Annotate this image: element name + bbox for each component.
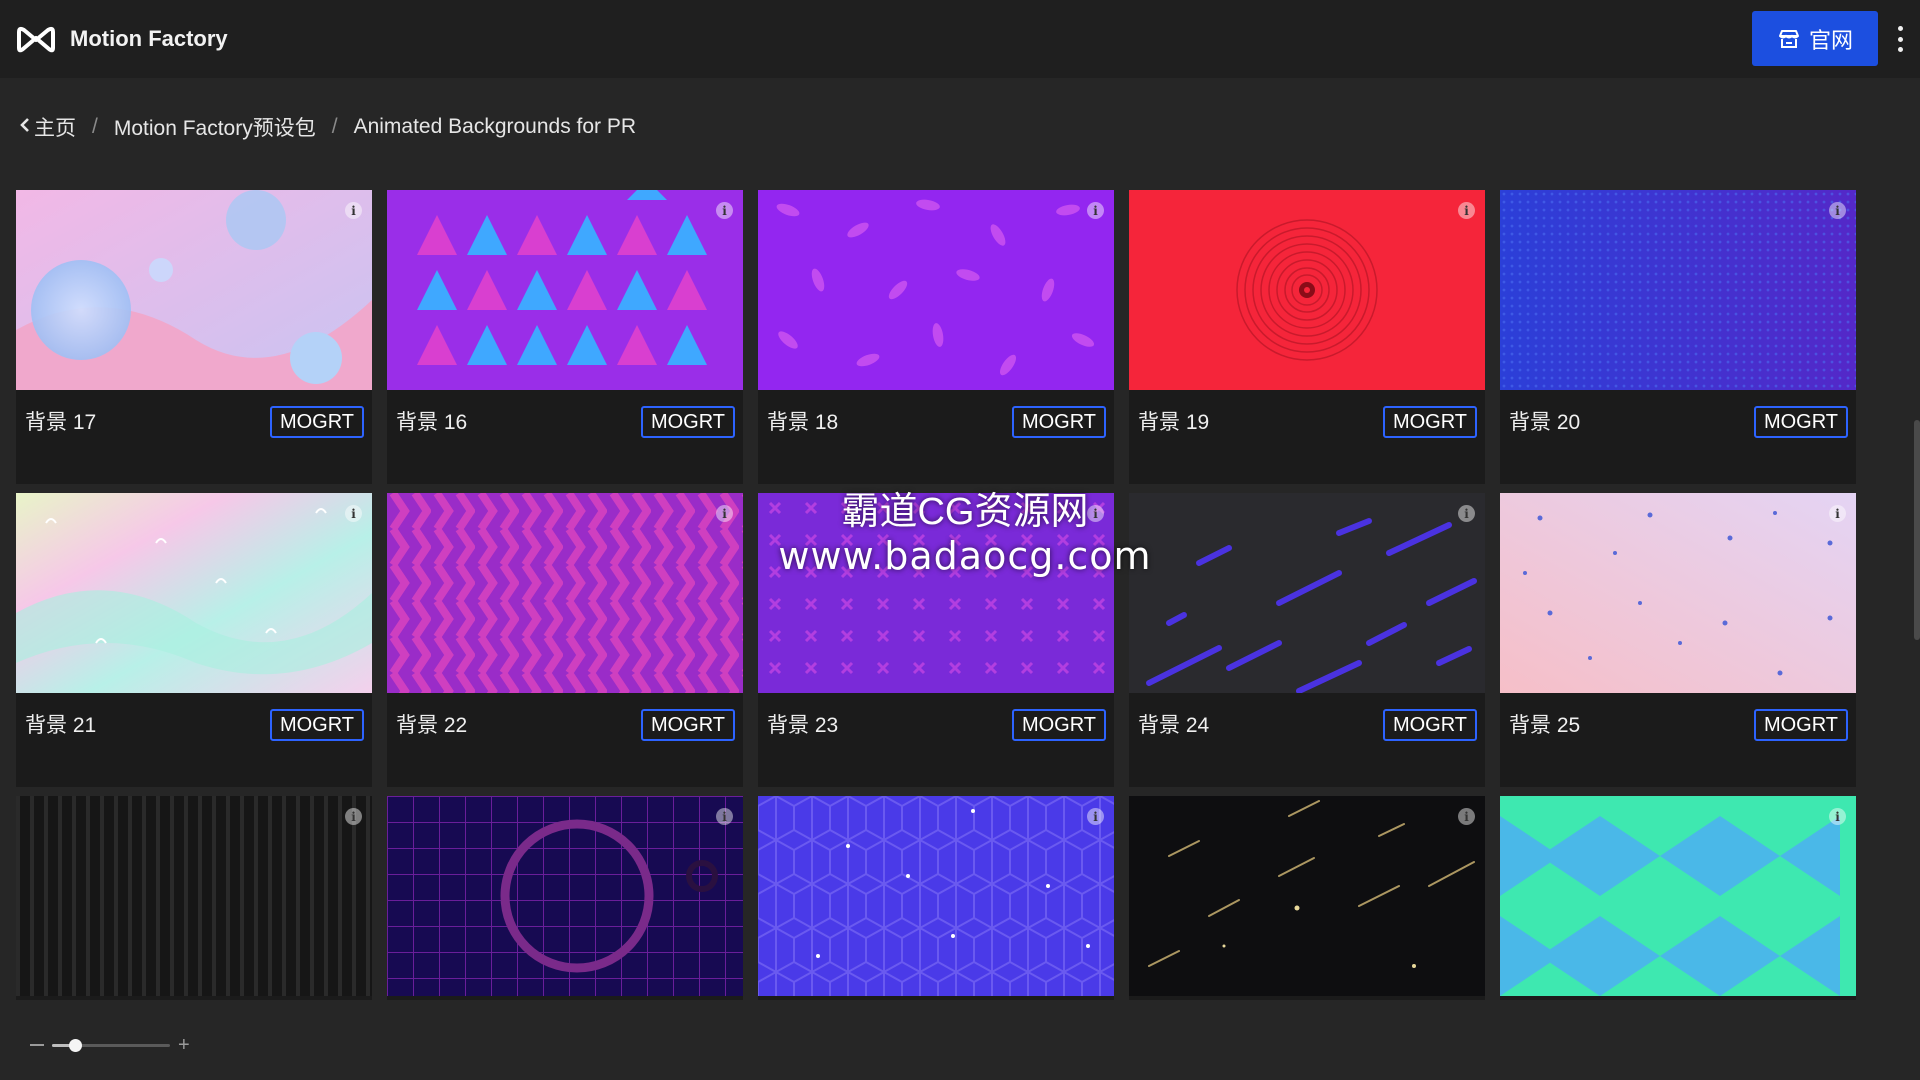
mogrt-button[interactable]: MOGRT xyxy=(270,709,364,741)
template-grid: i 背景 17 MOGRT i 背景 16 MOGRT i 背景 18 MOGR… xyxy=(16,190,1858,1000)
template-title: 背景 17 xyxy=(25,411,97,434)
template-thumbnail[interactable] xyxy=(16,796,372,996)
info-icon[interactable]: i xyxy=(1829,505,1846,522)
template-title: 背景 23 xyxy=(767,714,839,737)
official-site-label: 官网 xyxy=(1808,27,1853,53)
template-card[interactable]: i xyxy=(387,796,743,1000)
template-card[interactable]: i 背景 21 MOGRT xyxy=(16,493,372,787)
template-thumbnail[interactable] xyxy=(387,493,743,693)
info-icon[interactable]: i xyxy=(345,505,362,522)
template-card[interactable]: i 背景 23 MOGRT xyxy=(758,493,1114,787)
info-icon[interactable]: i xyxy=(1458,505,1475,522)
breadcrumb: 主页 / Motion Factory预设包 / Animated Backgr… xyxy=(20,112,636,142)
template-card[interactable]: i 背景 20 MOGRT xyxy=(1500,190,1856,484)
mogrt-button[interactable]: MOGRT xyxy=(1383,406,1477,438)
scrollbar[interactable] xyxy=(1914,420,1920,640)
template-card[interactable]: i 背景 22 MOGRT xyxy=(387,493,743,787)
template-title: 背景 19 xyxy=(1138,411,1210,434)
template-thumbnail[interactable] xyxy=(1500,796,1856,996)
zoom-slider[interactable]: + xyxy=(30,1030,200,1060)
mogrt-button[interactable]: MOGRT xyxy=(1012,406,1106,438)
template-thumbnail[interactable] xyxy=(758,796,1114,996)
mogrt-button[interactable]: MOGRT xyxy=(270,406,364,438)
template-thumbnail[interactable] xyxy=(1500,190,1856,390)
info-icon[interactable]: i xyxy=(345,202,362,219)
template-card[interactable]: i 背景 16 MOGRT xyxy=(387,190,743,484)
template-thumbnail[interactable] xyxy=(1129,493,1485,693)
template-thumbnail[interactable] xyxy=(16,190,372,390)
template-card[interactable]: i xyxy=(16,796,372,1000)
breadcrumb-separator: / xyxy=(92,115,98,138)
official-site-button[interactable]: 官网 xyxy=(1752,11,1878,66)
template-thumbnail[interactable] xyxy=(387,190,743,390)
zoom-handle[interactable] xyxy=(69,1039,83,1052)
storefront-icon xyxy=(1778,29,1799,48)
template-card[interactable]: i 背景 18 MOGRT xyxy=(758,190,1114,484)
info-icon[interactable]: i xyxy=(1087,505,1104,522)
breadcrumb-separator: / xyxy=(331,115,338,138)
template-card[interactable]: i xyxy=(758,796,1114,1000)
template-thumbnail[interactable] xyxy=(1129,796,1485,996)
info-icon[interactable]: i xyxy=(1087,808,1104,825)
template-card[interactable]: i 背景 17 MOGRT xyxy=(16,190,372,484)
info-icon[interactable]: i xyxy=(716,202,733,219)
template-title: 背景 22 xyxy=(396,714,468,737)
mogrt-button[interactable]: MOGRT xyxy=(1383,709,1477,741)
chevron-left-icon[interactable] xyxy=(20,115,30,139)
template-thumbnail[interactable] xyxy=(758,493,1114,693)
template-card[interactable]: i 背景 19 MOGRT xyxy=(1129,190,1485,484)
info-icon[interactable]: i xyxy=(1458,808,1475,825)
zoom-out-icon[interactable] xyxy=(30,1044,44,1046)
zoom-in-icon[interactable]: + xyxy=(178,1035,190,1055)
breadcrumb-current: Animated Backgrounds for PR xyxy=(353,115,637,138)
info-icon[interactable]: i xyxy=(716,808,733,825)
template-title: 背景 24 xyxy=(1138,714,1210,737)
template-thumbnail[interactable] xyxy=(1129,190,1485,390)
info-icon[interactable]: i xyxy=(716,505,733,522)
template-card[interactable]: i xyxy=(1500,796,1856,1000)
top-bar: Motion Factory 官网 xyxy=(0,0,1920,78)
template-card[interactable]: i 背景 24 MOGRT xyxy=(1129,493,1485,787)
mogrt-button[interactable]: MOGRT xyxy=(1754,709,1848,741)
app-name: Motion Factory xyxy=(70,26,228,51)
brand[interactable]: Motion Factory xyxy=(16,24,228,54)
mogrt-button[interactable]: MOGRT xyxy=(641,406,735,438)
info-icon[interactable]: i xyxy=(1829,808,1846,825)
info-icon[interactable]: i xyxy=(1458,202,1475,219)
info-icon[interactable]: i xyxy=(1087,202,1104,219)
template-title: 背景 21 xyxy=(25,714,97,737)
template-thumbnail[interactable] xyxy=(1500,493,1856,693)
template-title: 背景 25 xyxy=(1509,714,1581,737)
template-title: 背景 20 xyxy=(1509,411,1581,434)
info-icon[interactable]: i xyxy=(1829,202,1846,219)
mogrt-button[interactable]: MOGRT xyxy=(641,709,735,741)
template-thumbnail[interactable] xyxy=(387,796,743,996)
template-title: 背景 18 xyxy=(767,411,839,434)
template-card[interactable]: i xyxy=(1129,796,1485,1000)
template-card[interactable]: i 背景 25 MOGRT xyxy=(1500,493,1856,787)
breadcrumb-preset-pack[interactable]: Motion Factory预设包 xyxy=(114,112,316,142)
more-menu-icon[interactable] xyxy=(1888,26,1912,52)
template-thumbnail[interactable] xyxy=(16,493,372,693)
mogrt-button[interactable]: MOGRT xyxy=(1754,406,1848,438)
template-title: 背景 16 xyxy=(396,411,468,434)
breadcrumb-home[interactable]: 主页 xyxy=(34,112,76,142)
motion-factory-logo-icon xyxy=(17,26,55,53)
info-icon[interactable]: i xyxy=(345,808,362,825)
template-thumbnail[interactable] xyxy=(758,190,1114,390)
mogrt-button[interactable]: MOGRT xyxy=(1012,709,1106,741)
